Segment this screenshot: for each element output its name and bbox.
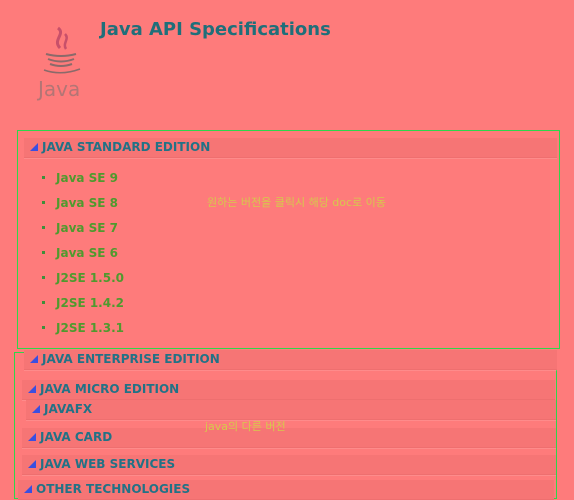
section-java-card[interactable]: JAVA CARD <box>22 428 556 448</box>
version-list: Java SE 9 Java SE 8 Java SE 7 Java SE 6 … <box>42 170 124 345</box>
version-link[interactable]: Java SE 9 <box>42 170 124 195</box>
section-other-technologies[interactable]: OTHER TECHNOLOGIES <box>18 480 554 500</box>
page-title: Java API Specifications <box>100 19 331 40</box>
section-label: JAVA STANDARD EDITION <box>42 140 211 154</box>
section-java-web-services[interactable]: JAVA WEB SERVICES <box>22 455 556 475</box>
version-link[interactable]: Java SE 8 <box>42 195 124 220</box>
java-logo-text: Java <box>36 77 80 101</box>
other-versions-note: java의 다른 버전 <box>205 420 286 433</box>
bullet-icon <box>42 276 45 279</box>
version-link[interactable]: J2SE 1.3.1 <box>42 320 124 345</box>
version-click-note: 원하는 버전을 클릭시 해당 doc로 이동 <box>207 196 386 209</box>
bullet-icon <box>42 326 45 329</box>
version-link[interactable]: Java SE 7 <box>42 220 124 245</box>
bullet-icon <box>42 301 45 304</box>
section-java-enterprise-edition[interactable]: JAVA ENTERPRISE EDITION <box>24 350 557 370</box>
expand-triangle-icon <box>30 142 38 151</box>
section-javafx[interactable]: JAVAFX <box>26 400 556 420</box>
section-java-micro-edition[interactable]: JAVA MICRO EDITION <box>22 380 555 400</box>
version-link[interactable]: J2SE 1.4.2 <box>42 295 124 320</box>
java-logo: Java <box>36 26 81 101</box>
section-java-standard-edition[interactable]: JAVA STANDARD EDITION <box>24 138 557 158</box>
expand-triangle-icon <box>28 384 36 393</box>
expand-triangle-icon <box>30 354 38 363</box>
version-link[interactable]: Java SE 6 <box>42 245 124 270</box>
version-link[interactable]: J2SE 1.5.0 <box>42 270 124 295</box>
bullet-icon <box>42 176 45 179</box>
bullet-icon <box>42 226 45 229</box>
bullet-icon <box>42 251 45 254</box>
bullet-icon <box>42 201 45 204</box>
expand-triangle-icon <box>28 432 36 441</box>
expand-triangle-icon <box>32 404 40 413</box>
expand-triangle-icon <box>24 484 32 493</box>
expand-triangle-icon <box>28 459 36 468</box>
